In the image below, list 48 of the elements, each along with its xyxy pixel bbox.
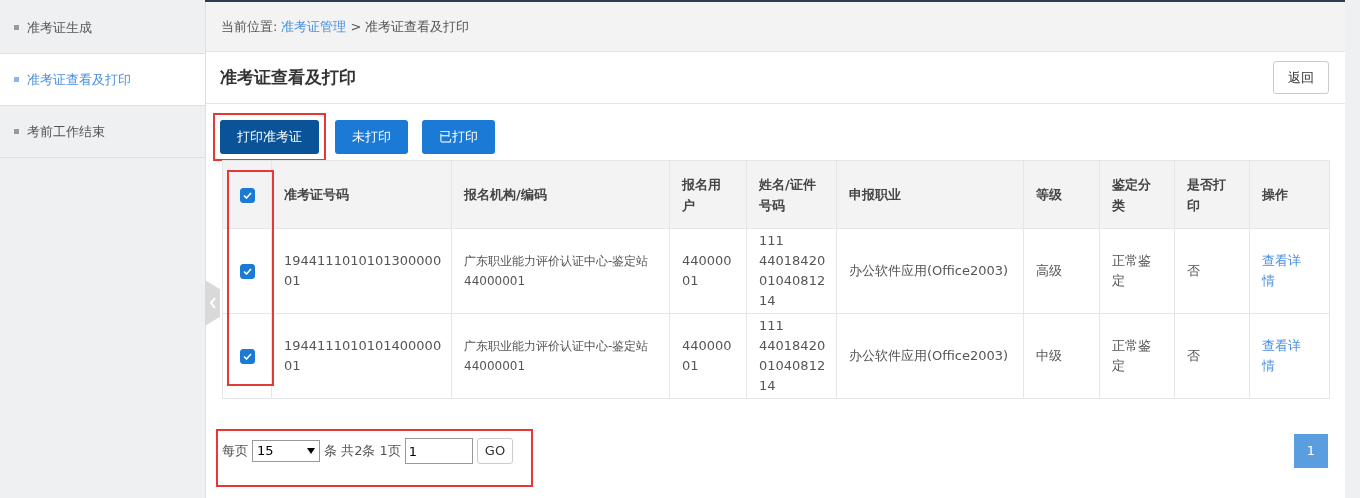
column-header: 操作 <box>1249 160 1330 229</box>
page-size-select[interactable]: 15 <box>252 440 320 462</box>
checkbox[interactable] <box>239 349 255 364</box>
table-cell: 办公软件应用(Office2003) <box>836 313 1024 399</box>
table-cell: 1944111010101300000 01 <box>271 228 452 314</box>
table-cell: 否 <box>1174 228 1250 314</box>
table-cell: 否 <box>1174 313 1250 399</box>
page-summary: 条 共2条 1页 <box>324 442 401 460</box>
column-header: 等级 <box>1023 160 1100 229</box>
checkmark-icon <box>242 353 252 360</box>
table-cell-text: 44000001 <box>464 273 527 290</box>
table-cell: 正常鉴定 <box>1099 313 1175 399</box>
column-header: 报名机构/编码 <box>451 160 670 229</box>
table-cell: 高级 <box>1023 228 1100 314</box>
table-cell: 111 44018420 01040812 14 <box>746 228 837 314</box>
table-cell: 正常鉴定 <box>1099 228 1175 314</box>
column-header: 鉴定分类 <box>1099 160 1175 229</box>
breadcrumb-label: 当前位置: <box>221 17 278 36</box>
table-cell: 440000 01 <box>669 313 747 399</box>
checkbox[interactable] <box>239 264 255 279</box>
table-cell: 111 44018420 01040812 14 <box>746 313 837 399</box>
page-input[interactable]: 1 <box>404 438 473 464</box>
column-header: 准考证号码 <box>271 160 452 229</box>
page-title: 准考证查看及打印 <box>220 67 356 88</box>
column-header: 报名用户 <box>669 160 747 229</box>
table-cell: 中级 <box>1023 313 1100 399</box>
go-button[interactable]: GO <box>476 438 514 464</box>
table-cell: 440000 01 <box>669 228 747 314</box>
dropdown-arrow-icon <box>307 448 315 454</box>
column-header: 申报职业 <box>836 160 1024 229</box>
table-cell: 1944111010101400000 01 <box>271 313 452 399</box>
chevron-left-icon <box>208 297 217 309</box>
table-cell-text: 44000001 <box>464 358 527 375</box>
column-header: 姓名/证件号码 <box>746 160 837 229</box>
table-cell-text: 广东职业能力评价认证中心-鉴定站 <box>464 338 650 355</box>
breadcrumb-separator: > <box>350 17 362 36</box>
checkmark-icon <box>242 268 252 275</box>
toolbar-button[interactable]: 未打印 <box>335 120 408 154</box>
toolbar-button[interactable]: 已打印 <box>422 120 495 154</box>
per-page-label: 每页 <box>222 442 248 460</box>
checkbox[interactable] <box>239 188 255 203</box>
table-cell: 办公软件应用(Office2003) <box>836 228 1024 314</box>
breadcrumb-current: 准考证查看及打印 <box>365 17 470 36</box>
table-cell-text: 广东职业能力评价认证中心-鉴定站 <box>464 253 650 270</box>
column-header: 是否打印 <box>1174 160 1250 229</box>
checkmark-icon <box>242 192 252 199</box>
back-button[interactable]: 返回 <box>1273 60 1329 95</box>
toolbar-button[interactable]: 打印准考证 <box>220 120 319 154</box>
